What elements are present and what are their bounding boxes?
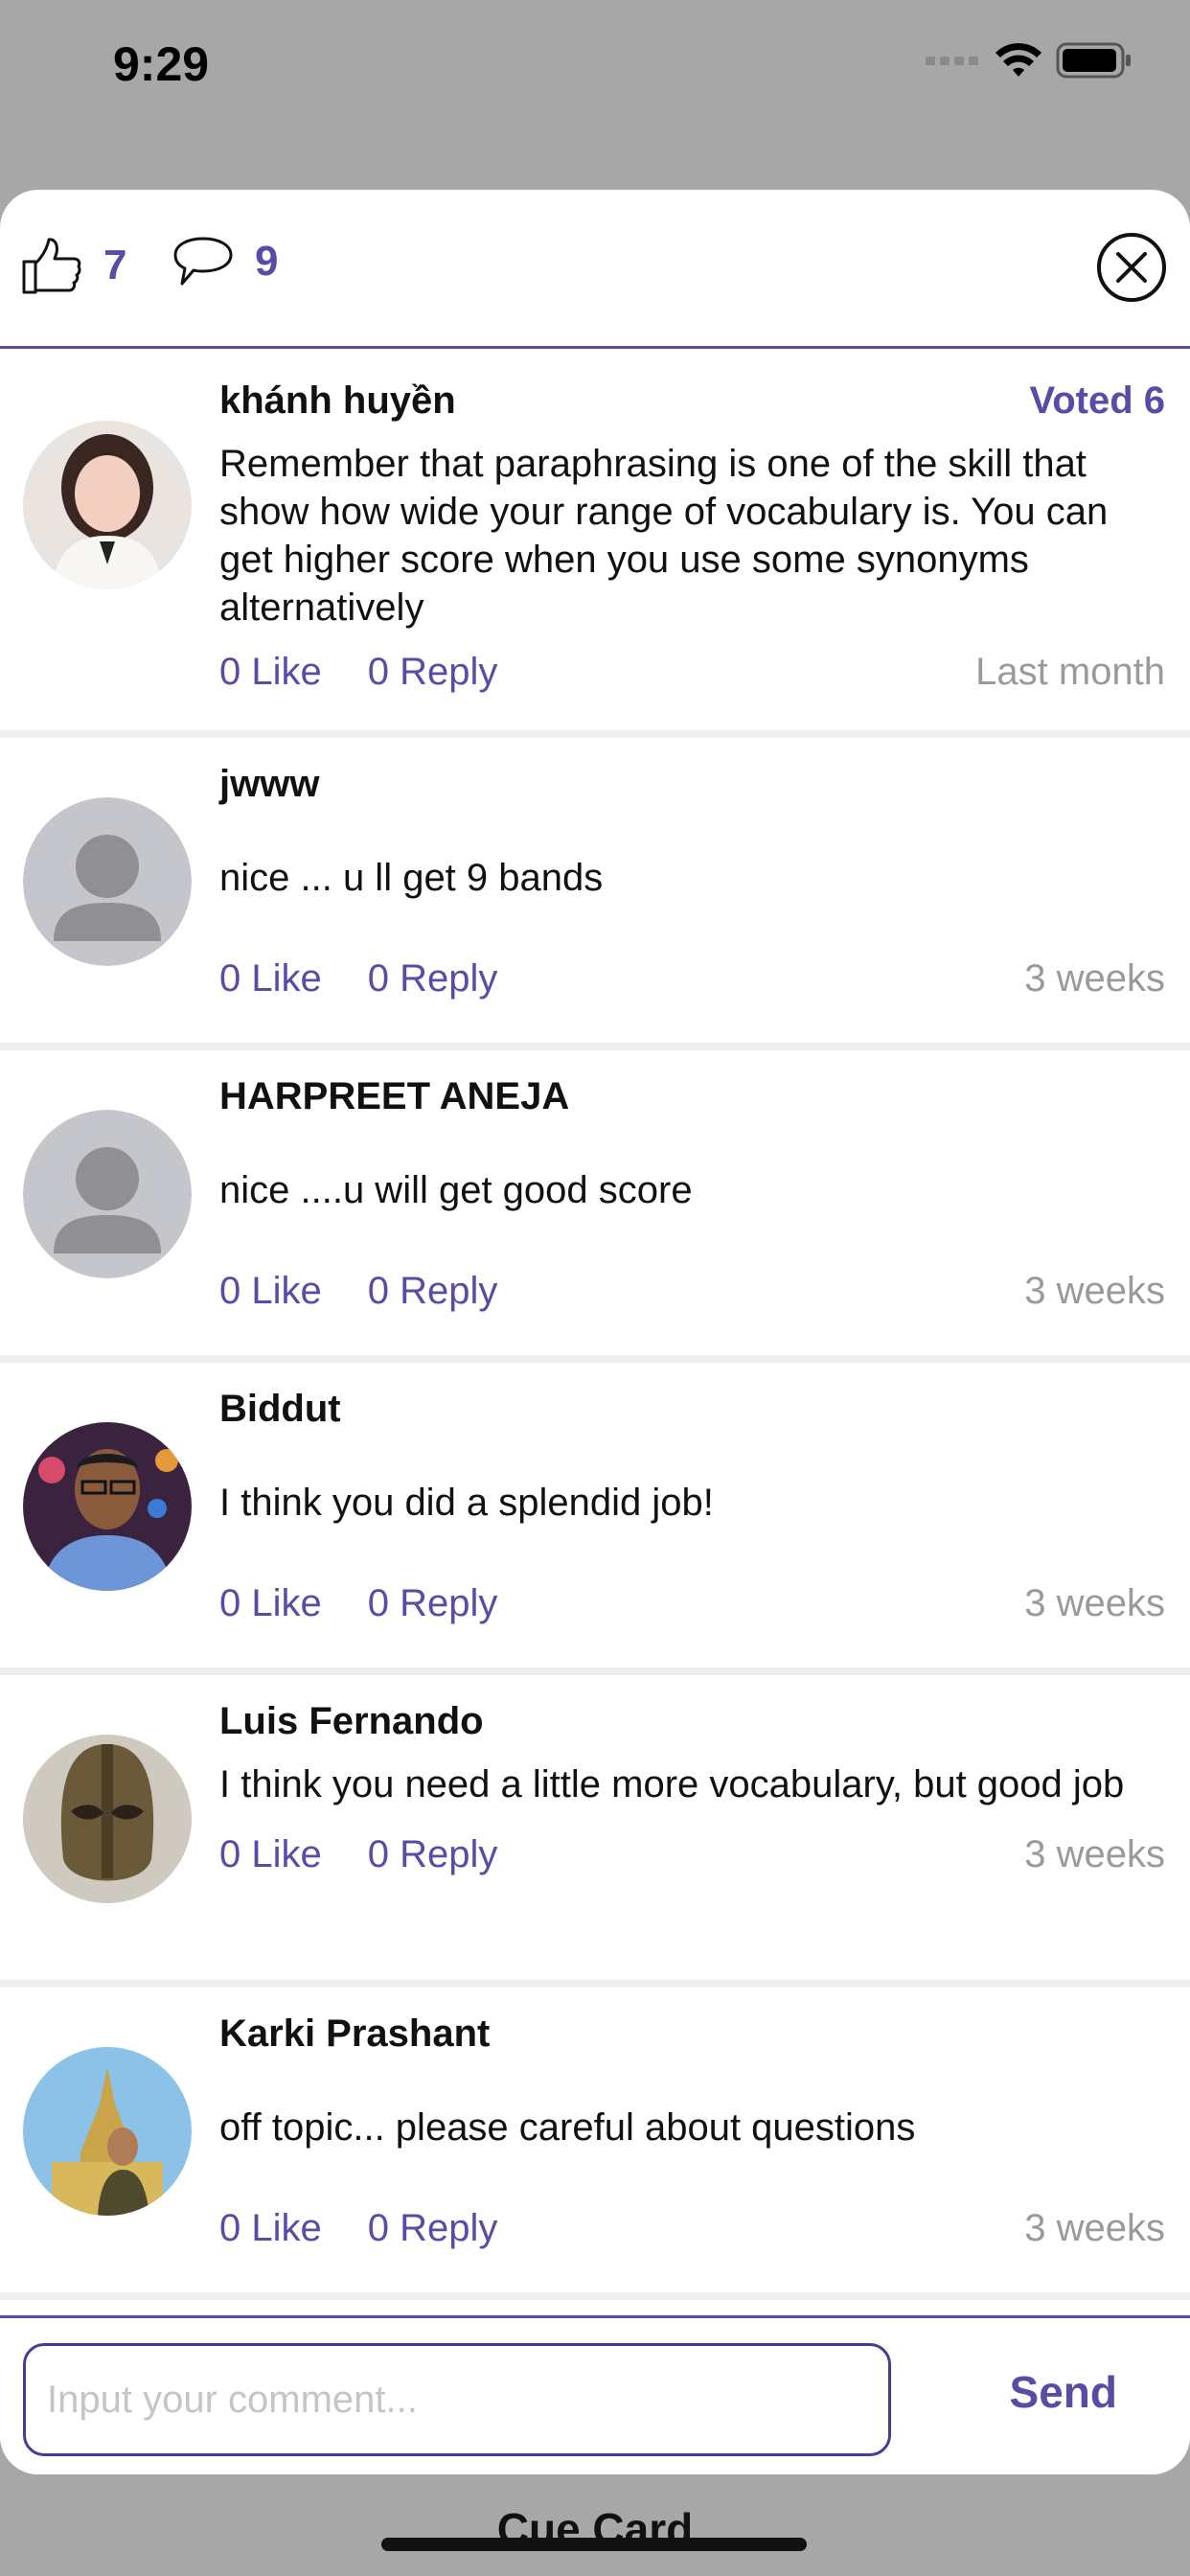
comment-item: khánh huyền Voted 6 Remember that paraph… <box>0 349 1190 738</box>
reply-button[interactable]: 0 Reply <box>368 957 498 1000</box>
signal-icon <box>926 57 978 65</box>
comment-actions: 0 Like 0 Reply 3 weeks <box>219 1270 1165 1313</box>
avatar[interactable] <box>23 421 192 589</box>
comment-item: Luis Fernando I think you need a little … <box>0 1675 1190 1988</box>
comment-actions: 0 Like 0 Reply 3 weeks <box>219 1582 1165 1625</box>
home-indicator <box>381 2538 807 2551</box>
comment-time: 3 weeks <box>1024 2207 1165 2249</box>
comment-composer: Send <box>0 2315 1190 2474</box>
wifi-icon <box>995 43 1041 77</box>
reply-button[interactable]: 0 Reply <box>368 2207 498 2249</box>
status-icons <box>926 42 1133 79</box>
status-time: 9:29 <box>113 37 210 91</box>
status-bar: 9:29 <box>0 0 1190 134</box>
comment-item: HARPREET ANEJA nice ....u will get good … <box>0 1050 1190 1363</box>
avatar[interactable] <box>23 1110 192 1278</box>
reply-button[interactable]: 0 Reply <box>368 651 498 693</box>
default-avatar-icon <box>23 1110 192 1278</box>
comments-count: 9 <box>255 238 279 285</box>
comment-text: off topic... please careful about questi… <box>219 2106 916 2149</box>
avatar[interactable] <box>23 797 192 966</box>
comment-author[interactable]: Biddut <box>219 1388 1165 1431</box>
like-stat[interactable]: 7 <box>21 236 126 295</box>
comment-author[interactable]: khánh huyền <box>219 380 1165 423</box>
comments-sheet: 7 9 khánh huyền Voted 6 Remember that pa… <box>0 190 1190 2474</box>
close-icon[interactable] <box>1096 232 1167 303</box>
comment-bubble-icon <box>173 237 233 286</box>
reply-button[interactable]: 0 Reply <box>368 1582 498 1624</box>
comment-time: 3 weeks <box>1024 1270 1165 1312</box>
comment-actions: 0 Like 0 Reply Last month <box>219 651 1165 694</box>
sheet-header: 7 9 <box>0 190 1190 349</box>
like-button[interactable]: 0 Like <box>219 957 322 1000</box>
comment-actions: 0 Like 0 Reply 3 weeks <box>219 957 1165 1000</box>
comment-time: 3 weeks <box>1024 1833 1165 1875</box>
like-button[interactable]: 0 Like <box>219 651 322 693</box>
likes-count: 7 <box>103 242 127 288</box>
comment-actions: 0 Like 0 Reply 3 weeks <box>219 2207 1165 2250</box>
voted-badge: Voted 6 <box>1029 380 1165 422</box>
battery-icon <box>1056 42 1131 79</box>
comment-text: nice ... u ll get 9 bands <box>219 857 604 899</box>
comment-author[interactable]: Luis Fernando <box>219 1700 1165 1743</box>
comment-actions: 0 Like 0 Reply 3 weeks <box>219 1833 1165 1876</box>
comment-text: nice ....u will get good score <box>219 1169 693 1211</box>
avatar[interactable] <box>23 2047 192 2216</box>
comment-author[interactable]: HARPREET ANEJA <box>219 1075 1165 1118</box>
avatar[interactable] <box>23 1735 192 1903</box>
like-button[interactable]: 0 Like <box>219 2207 322 2249</box>
reply-button[interactable]: 0 Reply <box>368 1270 498 1312</box>
comment-time: Last month <box>975 651 1165 693</box>
comment-item: jwww nice ... u ll get 9 bands 0 Like 0 R… <box>0 738 1190 1050</box>
comment-text: I think you need a little more vocabular… <box>219 1763 1125 1806</box>
comment-item: Biddut I think you did a splendid job! 0… <box>0 1363 1190 1675</box>
like-button[interactable]: 0 Like <box>219 1270 322 1312</box>
avatar[interactable] <box>23 1422 192 1591</box>
reply-button[interactable]: 0 Reply <box>368 1833 498 1875</box>
comment-author[interactable]: jwww <box>219 763 1165 806</box>
send-button[interactable]: Send <box>1010 2366 1117 2418</box>
comment-time: 3 weeks <box>1024 957 1165 1000</box>
comment-text: I think you did a splendid job! <box>219 1482 714 1524</box>
comment-input[interactable] <box>23 2343 891 2456</box>
comment-item: Karki Prashant off topic... please caref… <box>0 1988 1190 2300</box>
comment-text: Remember that paraphrasing is one of the… <box>219 443 1109 629</box>
comment-time: 3 weeks <box>1024 1582 1165 1624</box>
thumbs-up-icon <box>22 238 81 294</box>
comment-author[interactable]: Karki Prashant <box>219 2012 1165 2056</box>
comment-list: khánh huyền Voted 6 Remember that paraph… <box>0 349 1190 2300</box>
comment-stat[interactable]: 9 <box>172 236 278 288</box>
like-button[interactable]: 0 Like <box>219 1833 322 1875</box>
like-button[interactable]: 0 Like <box>219 1582 322 1624</box>
default-avatar-icon <box>23 797 192 966</box>
